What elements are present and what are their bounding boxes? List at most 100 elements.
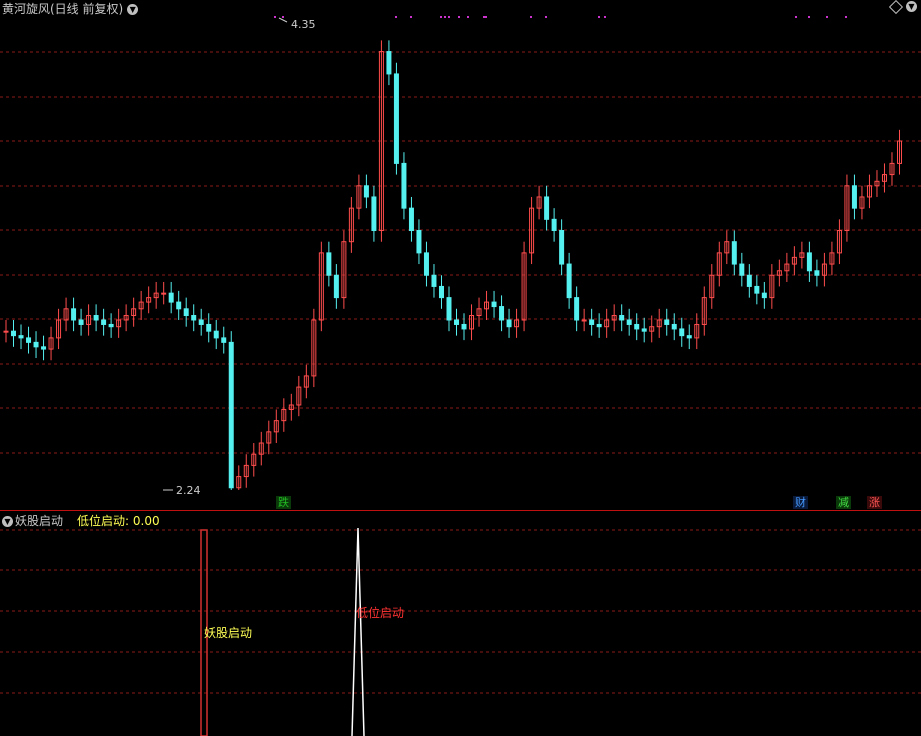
signal-dot xyxy=(282,16,284,18)
candle-body xyxy=(371,196,377,232)
candle-body xyxy=(326,252,332,276)
signal-dot xyxy=(395,16,397,18)
candle-body xyxy=(168,292,174,303)
indicator-chart: 妖股启动 低位启动 xyxy=(0,527,921,736)
price-chart-panel[interactable]: 4.35 2.24 黄河旋风(日线 前复权) ▼ ▼ 跌 财 减 涨 xyxy=(0,0,921,510)
candle-body xyxy=(806,252,812,272)
signal-dot xyxy=(448,16,450,18)
indicator-value: 低位启动: 0.00 xyxy=(77,514,160,528)
chevron-down-icon[interactable]: ▼ xyxy=(127,4,139,15)
candle-body xyxy=(401,162,407,209)
signal-dot xyxy=(485,16,487,18)
candle-body xyxy=(446,297,452,321)
candle-body xyxy=(491,301,497,308)
candle-body xyxy=(183,308,189,317)
low-price-label: 2.24 xyxy=(176,484,201,497)
candle-body xyxy=(754,285,760,294)
signal-dot xyxy=(440,16,442,18)
event-badge-jian[interactable]: 减 xyxy=(836,496,851,509)
candle-body xyxy=(423,252,429,276)
signal-dot xyxy=(795,16,797,18)
event-badge-die[interactable]: 跌 xyxy=(276,496,291,509)
candle-body xyxy=(739,263,745,276)
candle-body xyxy=(634,323,640,330)
signal-dot xyxy=(444,16,446,18)
candle-body xyxy=(851,185,857,209)
candle-body xyxy=(176,301,182,310)
candle-body xyxy=(664,319,670,325)
event-badge-cai[interactable]: 财 xyxy=(793,496,808,509)
candle-body xyxy=(559,230,565,265)
signal-dot xyxy=(604,16,606,18)
signal-dot xyxy=(808,16,810,18)
candle-body xyxy=(161,292,167,295)
candle-body xyxy=(671,323,677,330)
candle-body xyxy=(26,337,32,343)
candle-body xyxy=(386,51,392,75)
candle-body xyxy=(589,319,595,325)
candle-body xyxy=(93,315,99,321)
signal-dot xyxy=(598,16,600,18)
candle-body xyxy=(626,319,632,325)
candle-body xyxy=(596,323,602,328)
candle-body xyxy=(499,306,505,321)
candle-body xyxy=(101,319,107,325)
candle-body xyxy=(581,319,587,322)
low-start-label: 低位启动 xyxy=(356,605,404,620)
candle-body xyxy=(679,328,685,337)
candle-body xyxy=(71,308,77,321)
signal-dot xyxy=(274,16,276,18)
candle-body xyxy=(408,207,414,232)
signal-dot xyxy=(545,16,547,18)
candle-body xyxy=(416,230,422,254)
signal-dot xyxy=(483,16,485,18)
chevron-down-icon[interactable]: ▼ xyxy=(906,1,917,12)
candle-body xyxy=(641,328,647,332)
indicator-panel[interactable]: 妖股启动 低位启动 ▼ 妖股启动 低位启动: 0.00 xyxy=(0,511,921,736)
candle-body xyxy=(191,315,197,321)
candle-body xyxy=(41,346,47,350)
candle-body xyxy=(393,73,399,164)
candle-body xyxy=(566,263,572,299)
chevron-down-icon[interactable]: ▼ xyxy=(2,516,13,527)
candle-body xyxy=(213,330,219,339)
candle-body xyxy=(11,330,17,337)
high-price-label: 4.35 xyxy=(291,18,316,31)
candle-body xyxy=(619,315,625,321)
candle-body xyxy=(228,341,234,489)
candle-body xyxy=(18,335,24,339)
event-badge-zhang[interactable]: 涨 xyxy=(867,496,882,509)
candle-body xyxy=(544,196,550,220)
candle-body xyxy=(551,218,557,232)
candle-body xyxy=(206,323,212,332)
candle-body xyxy=(761,292,767,299)
high-marker-line xyxy=(278,17,288,23)
signal-dot xyxy=(826,16,828,18)
signal-dot xyxy=(530,16,532,18)
candle-body xyxy=(3,330,9,333)
price-chart[interactable]: 4.35 2.24 xyxy=(0,0,921,510)
candle-body xyxy=(333,274,339,299)
low-start-spike xyxy=(351,527,365,736)
candle-body xyxy=(363,185,369,198)
candle-body xyxy=(814,270,820,276)
candle-body xyxy=(731,241,737,265)
candle-body xyxy=(461,323,467,330)
signal-dot xyxy=(845,16,847,18)
yao-signal-label: 妖股启动 xyxy=(204,626,252,640)
indicator-name: 妖股启动 xyxy=(15,514,64,528)
candle-body xyxy=(454,319,459,325)
candle-body xyxy=(33,341,39,348)
stock-title: 黄河旋风(日线 前复权) xyxy=(2,2,124,16)
candle-body xyxy=(506,319,512,328)
candle-body xyxy=(108,323,114,328)
signal-dot xyxy=(410,16,412,18)
signal-dot xyxy=(458,16,460,18)
candle-body xyxy=(686,335,692,339)
candle-body xyxy=(431,274,437,287)
candle-body xyxy=(78,319,84,325)
indicator-title: ▼ 妖股启动 低位启动: 0.00 xyxy=(2,512,160,529)
candle-body xyxy=(438,285,444,299)
chart-title: 黄河旋风(日线 前复权) ▼ xyxy=(2,0,139,17)
candle-body xyxy=(746,274,752,287)
